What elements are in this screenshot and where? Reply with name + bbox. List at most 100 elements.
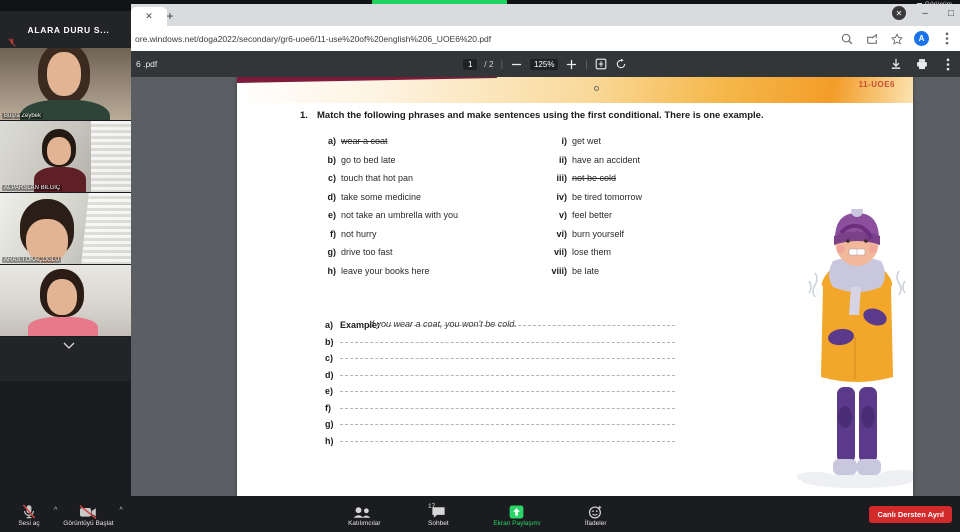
- answer-row[interactable]: c): [325, 348, 675, 365]
- shivering-person-illustration: [797, 209, 913, 488]
- chat-button[interactable]: Sohbet: [419, 501, 457, 527]
- filmstrip-scroll-down-button[interactable]: [0, 337, 137, 353]
- option-text: burn yourself: [572, 228, 625, 239]
- avatar: [47, 137, 71, 165]
- zoom-out-button[interactable]: [510, 58, 523, 71]
- page-number-input[interactable]: 1: [463, 58, 478, 70]
- option-text: go to bed late: [341, 154, 396, 165]
- option-label: g): [327, 247, 337, 257]
- participant-tile[interactable]: ARAS TOKAÇOĞLU: [0, 193, 137, 265]
- share-screen-label: Ekran Paylaşımı: [493, 520, 541, 527]
- answer-label: f): [325, 402, 331, 413]
- zoom-in-button[interactable]: [565, 58, 578, 71]
- answer-line[interactable]: [340, 381, 675, 394]
- fit-page-icon[interactable]: [595, 58, 608, 71]
- answer-line[interactable]: [340, 365, 675, 378]
- mic-muted-icon: [8, 38, 16, 47]
- option-text: touch that hot pan: [341, 173, 414, 183]
- rotate-icon[interactable]: [615, 58, 628, 71]
- share-screen-button[interactable]: Ekran Paylaşımı: [493, 501, 541, 527]
- active-speaker-tile[interactable]: ALARA DURU S...: [0, 11, 137, 48]
- question-1-number: 1.: [300, 110, 308, 121]
- option-text: lose them: [572, 247, 612, 257]
- option-text: not be cold: [572, 173, 617, 183]
- participant-tile[interactable]: ALPARSLAN BİLGİÇ: [0, 121, 137, 193]
- window-close-icon[interactable]: ✕: [892, 6, 906, 20]
- share-icon[interactable]: [864, 31, 879, 46]
- download-icon[interactable]: [889, 58, 902, 71]
- avatar: [47, 52, 81, 96]
- window-maximize-icon[interactable]: □: [944, 6, 958, 20]
- option-text: be tired tomorrow: [572, 191, 643, 202]
- participant-tile[interactable]: Büşra Zeybek: [0, 48, 137, 121]
- answer-line[interactable]: [340, 332, 675, 345]
- participant-tile[interactable]: [0, 265, 137, 337]
- address-bar-input[interactable]: ore.windows.net/doga2022/secondary/gr6-u…: [131, 29, 839, 49]
- participant-name: Büşra Zeybek: [2, 113, 44, 119]
- worksheet-code: 11-UOE6: [858, 80, 895, 89]
- answer-row[interactable]: f): [325, 398, 675, 415]
- answer-label: g): [325, 419, 334, 429]
- list-item: vi) burn yourself: [550, 225, 642, 244]
- list-item: a) wear a coat: [325, 132, 458, 151]
- chevron-down-icon: [63, 342, 74, 349]
- zoom-bottom-toolbar[interactable]: Sesi aç ^ Görüntüyü Başlat ^ Katılımcıla…: [0, 496, 960, 532]
- answer-row[interactable]: d): [325, 365, 675, 382]
- reactions-button[interactable]: İfadeler: [577, 501, 615, 527]
- pdf-page-controls[interactable]: 1 / 2 | 125% |: [131, 58, 960, 71]
- participants-label: Katılımcılar: [348, 520, 381, 527]
- list-item: vii) lose them: [550, 243, 642, 262]
- list-item: iv) be tired tomorrow: [550, 188, 642, 207]
- option-text: drive too fast: [341, 247, 393, 257]
- pdf-page-viewport[interactable]: 11-UOE6 1. Match the following phrases a…: [131, 77, 960, 496]
- participants-button[interactable]: Katılımcılar: [345, 501, 383, 527]
- leave-meeting-button[interactable]: Canlı Dersten Ayrıl: [869, 505, 952, 523]
- answer-row[interactable]: h): [325, 431, 675, 448]
- option-label: iii): [556, 173, 568, 183]
- option-text: feel better: [572, 210, 613, 220]
- answer-line[interactable]: [340, 398, 675, 411]
- example-answer-text: If you wear a coat, you won't be cold.: [369, 318, 517, 329]
- zoom-icon[interactable]: [839, 31, 854, 46]
- kebab-menu-icon[interactable]: [939, 31, 954, 46]
- participant-filmstrip[interactable]: ALARA DURU S... Büşra Zeybek ALPARSLAN B…: [0, 11, 137, 381]
- answer-row[interactable]: g): [325, 414, 675, 431]
- answer-lines[interactable]: a) Example: If you wear a coat, you won'…: [325, 315, 675, 447]
- option-label: f): [330, 228, 336, 239]
- omnibox-actions[interactable]: A: [839, 31, 960, 46]
- new-tab-button[interactable]: +: [161, 8, 179, 24]
- close-icon[interactable]: ✕: [145, 12, 153, 21]
- window-minimize-icon[interactable]: –: [918, 6, 932, 20]
- profile-avatar[interactable]: A: [914, 31, 929, 46]
- browser-tab-bar[interactable]: ✕ + ✕ – □: [131, 4, 960, 26]
- answer-row[interactable]: e): [325, 381, 675, 398]
- pdf-toolbar-actions[interactable]: [889, 58, 954, 71]
- participants-count: 17: [428, 503, 436, 510]
- bookmark-star-icon[interactable]: [889, 31, 904, 46]
- answer-line[interactable]: [340, 431, 675, 444]
- option-label: c): [327, 173, 336, 183]
- list-item: g) drive too fast: [325, 243, 458, 262]
- answer-line[interactable]: [340, 414, 675, 427]
- browser-omnibox-row[interactable]: ore.windows.net/doga2022/secondary/gr6-u…: [131, 26, 960, 51]
- answer-line[interactable]: [340, 348, 675, 361]
- question-1-left-column: a) wear a coat b) go to bed late c) touch t…: [325, 132, 459, 280]
- list-item: c) touch that hot pan: [325, 169, 458, 188]
- toolbar-center-group[interactable]: Katılımcılar Sohbet Ekran Paylaşımı İfad…: [0, 501, 960, 527]
- participant-name: ALPARSLAN BİLGİÇ: [2, 185, 63, 191]
- window-controls[interactable]: ✕ – □: [892, 6, 958, 20]
- pdf-toolbar[interactable]: 6 .pdf 1 / 2 | 125% |: [131, 51, 960, 77]
- answer-row[interactable]: b): [325, 332, 675, 349]
- shared-screen-stage: Görünüm ALARA DURU S... Büşra Zeybek: [0, 0, 960, 496]
- answer-label: a): [325, 320, 334, 330]
- option-label: h): [327, 265, 337, 276]
- answer-row[interactable]: a) Example: If you wear a coat, you won'…: [325, 315, 675, 332]
- divider: |: [585, 59, 588, 69]
- active-speaker-name: ALARA DURU S...: [27, 24, 110, 35]
- zoom-level-label[interactable]: 125%: [529, 58, 559, 70]
- print-icon[interactable]: [915, 58, 928, 71]
- option-label: ii): [559, 154, 567, 165]
- avatar: [47, 279, 77, 315]
- kebab-menu-icon[interactable]: [941, 58, 954, 71]
- option-text: be late: [572, 265, 600, 276]
